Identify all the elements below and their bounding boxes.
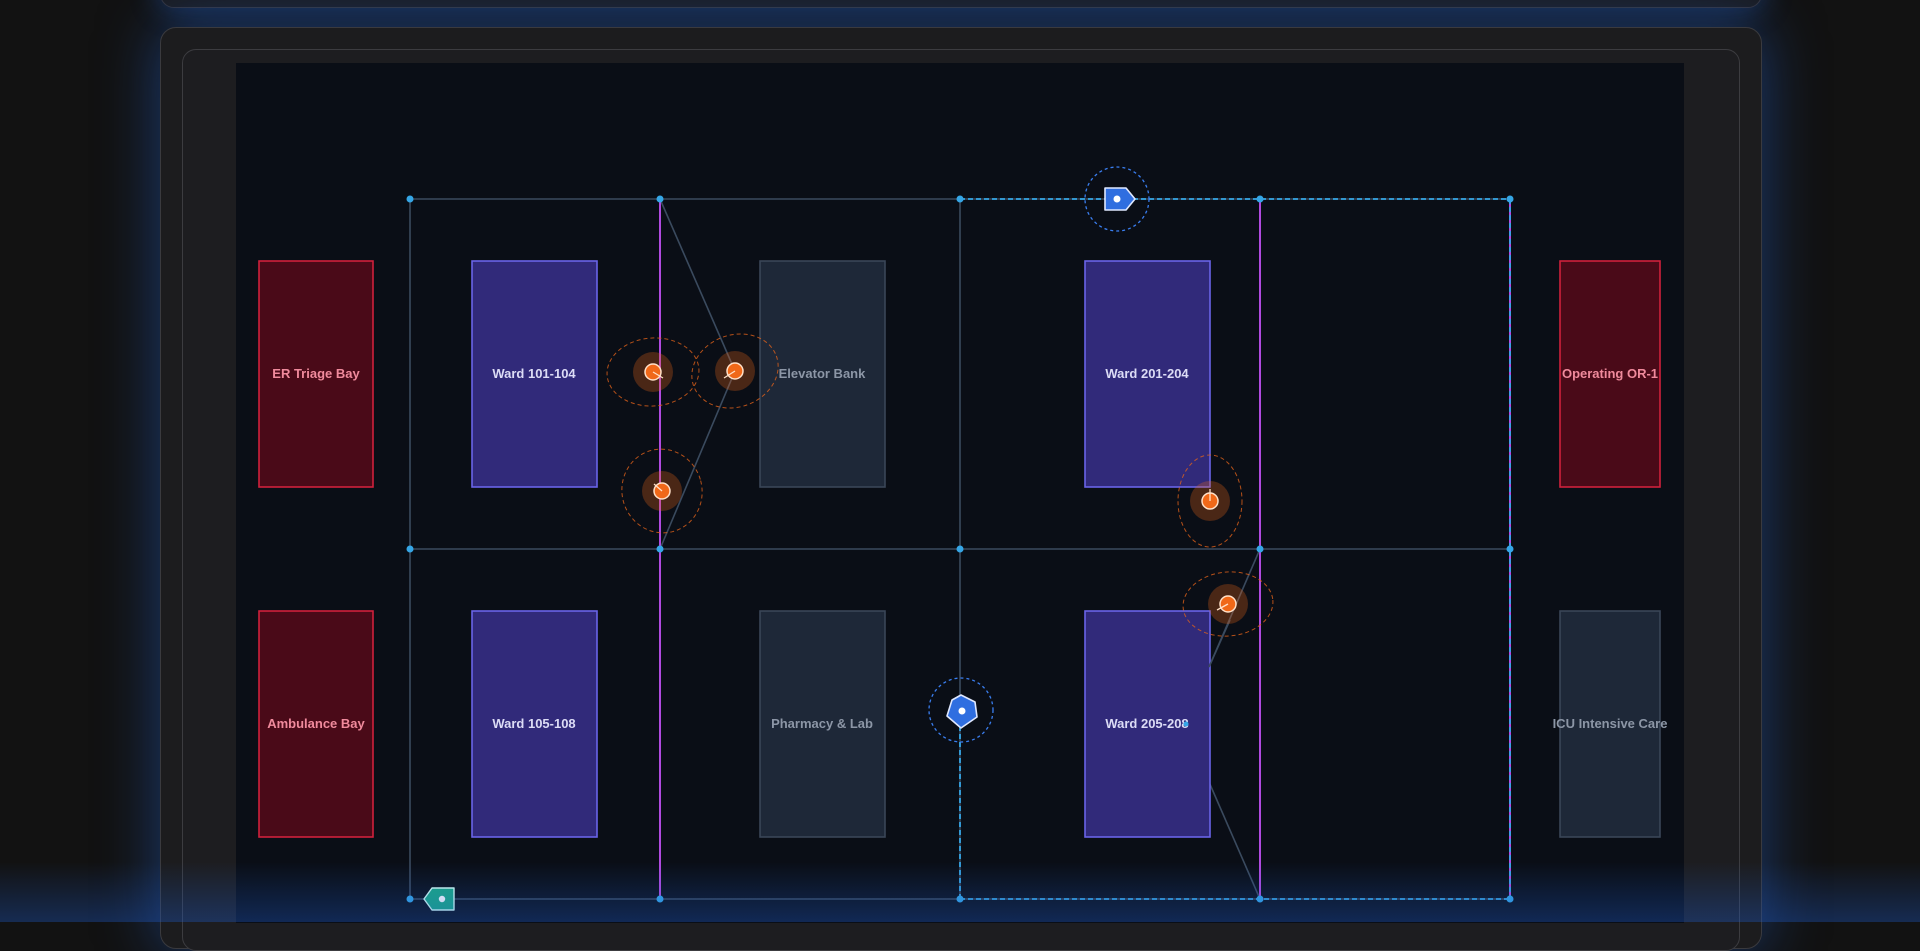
corridor-overlays (1208, 619, 1231, 668)
floor-map: ER Triage Bay Ward 101-104 Elevator Bank… (258, 166, 1668, 911)
staff-tag-icon[interactable] (928, 677, 994, 743)
corridor-link-d (1208, 781, 1261, 900)
room-ambulance-bay[interactable]: Ambulance Bay (258, 610, 374, 838)
junction-node[interactable] (1256, 895, 1264, 903)
room-label: Ward 101-104 (492, 366, 576, 381)
room-label: ICU Intensive Care (1553, 716, 1668, 731)
junction-node[interactable] (406, 545, 414, 553)
room-ward-205-208[interactable]: Ward 205-208 (1084, 610, 1211, 838)
room-ward-101-104[interactable]: Ward 101-104 (471, 260, 598, 488)
room-pharmacy-lab[interactable]: Pharmacy & Lab (759, 610, 886, 838)
room-label: Operating OR-1 (1562, 366, 1658, 381)
junction-node[interactable] (956, 545, 964, 553)
room-label: Pharmacy & Lab (771, 716, 873, 731)
room-label: ER Triage Bay (272, 366, 360, 381)
junction-node[interactable] (656, 545, 664, 553)
junction-node[interactable] (1506, 545, 1514, 553)
room-ward-105-108[interactable]: Ward 105-108 (471, 610, 598, 838)
room-label: Ward 205-208 (1105, 716, 1188, 731)
room-icu-intensive-care[interactable]: ICU Intensive Care (1553, 610, 1668, 838)
room-label: Elevator Bank (779, 366, 866, 381)
junction-node[interactable] (1256, 195, 1264, 203)
room-operating-or-1[interactable]: Operating OR-1 (1559, 260, 1661, 488)
junction-node[interactable] (956, 895, 964, 903)
corridor-link-e (1208, 619, 1231, 668)
junction-node[interactable] (406, 895, 414, 903)
room-label: Ambulance Bay (267, 716, 365, 731)
corridor-link-a (659, 198, 736, 372)
equipment-tags (423, 887, 455, 911)
junction-node[interactable] (1256, 545, 1264, 553)
room-er-triage-bay[interactable]: ER Triage Bay (258, 260, 374, 488)
junction-node[interactable] (956, 195, 964, 203)
junction-node[interactable] (656, 895, 664, 903)
alert-pin-icon[interactable] (605, 335, 702, 409)
equipment-tag-icon[interactable] (423, 887, 455, 911)
junction-node[interactable] (1183, 721, 1189, 727)
alert-pin-icon[interactable] (612, 440, 711, 542)
junction-node[interactable] (656, 195, 664, 203)
junction-node[interactable] (406, 195, 414, 203)
junction-node[interactable] (1506, 195, 1514, 203)
junction-node[interactable] (1506, 895, 1514, 903)
corridor-link-b (659, 370, 736, 550)
room-label: Ward 201-204 (1105, 366, 1189, 381)
room-label: Ward 105-108 (492, 716, 575, 731)
room-ward-201-204[interactable]: Ward 201-204 (1084, 260, 1211, 488)
room-elevator-bank[interactable]: Elevator Bank (759, 260, 886, 488)
